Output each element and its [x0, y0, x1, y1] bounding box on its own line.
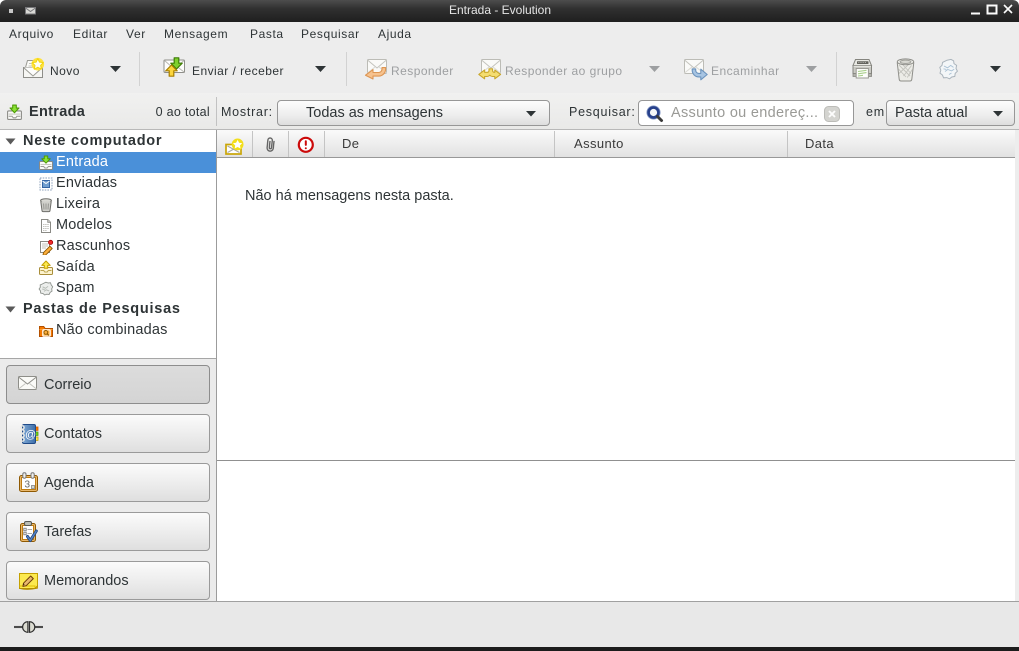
- svg-text:3: 3: [25, 480, 31, 491]
- svg-text:@: @: [25, 429, 36, 441]
